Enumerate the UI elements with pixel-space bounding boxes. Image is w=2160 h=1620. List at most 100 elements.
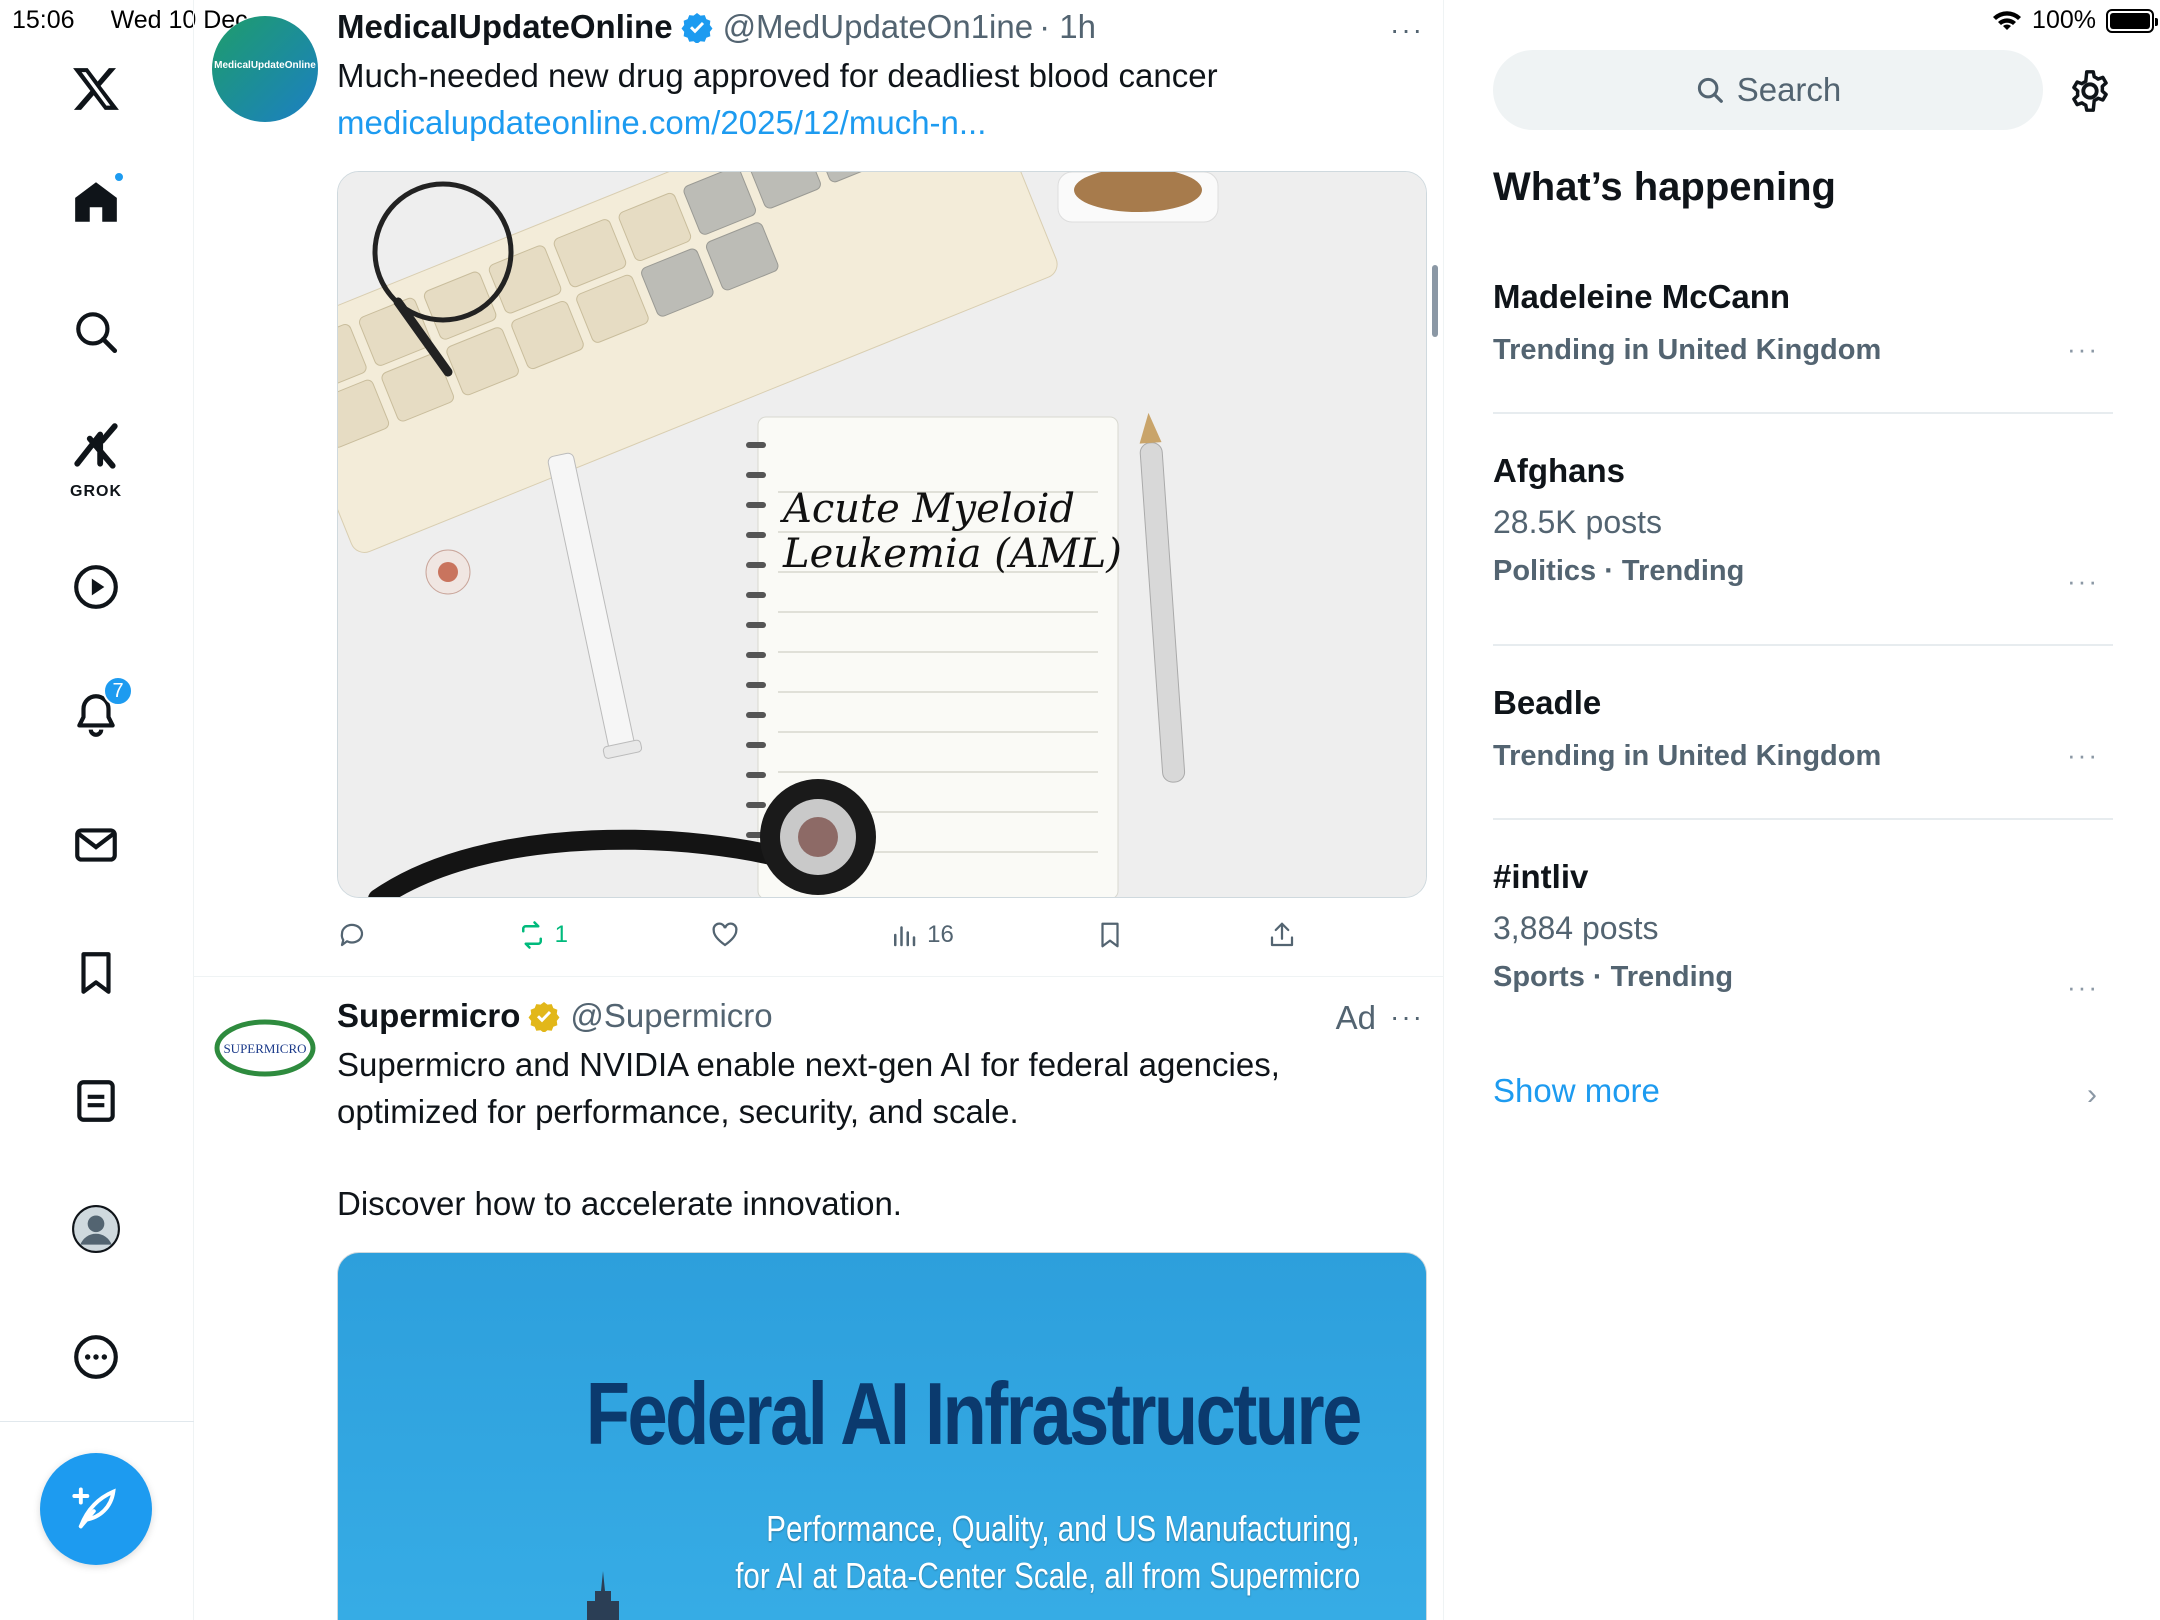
- search-placeholder: Search: [1736, 71, 1842, 108]
- avatar-logo-text: SUPERMICRO: [223, 1041, 307, 1056]
- trend-meta: Politics · Trending: [1493, 555, 1745, 587]
- trend-item[interactable]: Afghans 28.5K posts Politics · Trending …: [1493, 452, 2113, 596]
- author-name[interactable]: MedicalUpdateOnline: [337, 8, 673, 46]
- capitol-dome-graphic: [587, 1571, 619, 1620]
- grok-icon: [74, 423, 118, 469]
- tweet-header: Supermicro @Supermicro: [337, 997, 1426, 1035]
- tweet-avatar[interactable]: SUPERMICRO: [212, 995, 318, 1101]
- verified-badge-icon: [681, 13, 713, 43]
- share-icon: [1270, 922, 1294, 947]
- avatar-logo-text: MedicalUpdateOnline: [214, 60, 316, 71]
- list-icon: [77, 1080, 115, 1122]
- x-logo-icon[interactable]: [57, 50, 135, 128]
- share-button[interactable]: [1267, 920, 1297, 950]
- tweet-more-button[interactable]: ···: [1390, 1001, 1424, 1033]
- mail-icon: [75, 828, 117, 862]
- tweet-time: · 1h: [1039, 8, 1096, 45]
- search-input[interactable]: Search: [1493, 50, 2043, 130]
- tweet-header: MedicalUpdateOnline @MedUpdateOn1ine · 1…: [337, 8, 1426, 46]
- trend-meta: Sports · Trending: [1493, 961, 1734, 993]
- more-circle-icon: [74, 1335, 118, 1379]
- banner-subtitle-1: Performance, Quality, and US Manufacturi…: [766, 1508, 1360, 1549]
- banner-title: Federal AI Infrastructure: [586, 1364, 1362, 1463]
- trend-divider: [1493, 818, 2113, 820]
- repost-button[interactable]: 1: [517, 920, 568, 950]
- nav-home[interactable]: [57, 163, 135, 241]
- aml-notebook-photo: Acute Myeloid Leukemia (AML): [338, 172, 1426, 897]
- tweet-image[interactable]: Acute Myeloid Leukemia (AML): [337, 171, 1427, 898]
- search-icon: [1697, 77, 1723, 103]
- trend-item[interactable]: Beadle Trending in United Kingdom ···: [1493, 684, 2113, 773]
- author-name[interactable]: Supermicro: [337, 997, 520, 1035]
- nav-messages[interactable]: [57, 806, 135, 884]
- like-button[interactable]: [710, 920, 748, 950]
- notifications-badge: 7: [103, 676, 133, 706]
- banner-subtitle-2: for AI at Data-Center Scale, all from Su…: [734, 1555, 1360, 1596]
- trend-more-button[interactable]: ···: [2067, 334, 2099, 365]
- home-unread-dot: [113, 171, 125, 183]
- bookmark-icon: [81, 952, 111, 994]
- ad-label: Ad: [1335, 999, 1376, 1036]
- ad-banner[interactable]: Federal AI Infrastructure Performance, Q…: [337, 1252, 1427, 1620]
- tweet-text-cta: Discover how to accelerate innovation.: [337, 1185, 902, 1222]
- search-icon: [76, 312, 118, 354]
- feed-scrollbar[interactable]: [1432, 265, 1438, 337]
- nav-profile[interactable]: [57, 1190, 135, 1268]
- tweet-link[interactable]: medicalupdateonline.com/2025/12/much-n..…: [337, 99, 1426, 146]
- views-chart-icon: [894, 926, 916, 947]
- trend-name: Madeleine McCann: [1493, 278, 1791, 315]
- trend-more-button[interactable]: ···: [2067, 972, 2099, 1003]
- avatar-icon: [72, 1205, 120, 1253]
- tweet-actions: 1 16: [337, 920, 1297, 950]
- show-more-link[interactable]: Show more: [1493, 1072, 1660, 1110]
- trend-item[interactable]: #intliv 3,884 posts Sports · Trending ··…: [1493, 858, 2113, 1002]
- right-sidebar: Search What’s happening Madeleine McCann…: [1445, 0, 2160, 1620]
- chevron-right-icon: ›: [2087, 1078, 2097, 1111]
- trend-posts: 28.5K posts: [1493, 504, 1662, 540]
- author-handle[interactable]: @Supermicro: [570, 997, 772, 1035]
- nav-lists[interactable]: [57, 1062, 135, 1140]
- nav-videos[interactable]: [57, 548, 135, 626]
- compose-post-button[interactable]: [40, 1453, 152, 1565]
- nav-more[interactable]: [57, 1318, 135, 1396]
- tweet-more-button[interactable]: ···: [1390, 14, 1424, 46]
- tweet-text: Supermicro and NVIDIA enable next-gen AI…: [337, 1046, 1280, 1130]
- repost-count: 1: [554, 921, 568, 948]
- bookmark-outline-icon: [1101, 922, 1119, 948]
- trend-more-button[interactable]: ···: [2067, 566, 2099, 597]
- bookmark-button[interactable]: [1095, 920, 1125, 950]
- nav-grok[interactable]: GROK: [57, 415, 135, 500]
- image-handwriting-line2: Leukemia (AML): [782, 531, 1122, 577]
- nav-divider: [0, 1421, 194, 1422]
- nav-explore[interactable]: [57, 293, 135, 371]
- whats-happening-title: What’s happening: [1493, 165, 1836, 209]
- tweet-avatar[interactable]: MedicalUpdateOnline: [212, 16, 318, 122]
- reply-button[interactable]: [337, 920, 375, 950]
- trend-item[interactable]: Madeleine McCann Trending in United King…: [1493, 278, 2113, 367]
- trend-divider: [1493, 644, 2113, 646]
- views-count: 16: [927, 921, 954, 948]
- left-nav: GROK 7: [0, 0, 194, 1620]
- trend-meta: Trending in United Kingdom: [1493, 740, 1882, 772]
- grok-label: GROK: [70, 483, 122, 500]
- repost-icon: [521, 921, 542, 949]
- home-icon: [75, 182, 117, 222]
- reply-icon: [340, 923, 364, 947]
- timeline[interactable]: MedicalUpdateOnline MedicalUpdateOnline …: [194, 0, 1444, 1620]
- trend-name: Afghans: [1493, 452, 1625, 489]
- trend-more-button[interactable]: ···: [2067, 740, 2099, 771]
- compose-feather-icon: [72, 1487, 116, 1529]
- image-handwriting-line1: Acute Myeloid: [779, 486, 1075, 532]
- nav-notifications[interactable]: 7: [57, 676, 135, 754]
- heart-icon: [712, 922, 737, 947]
- author-handle[interactable]: @MedUpdateOn1ine: [723, 8, 1034, 46]
- settings-gear-icon[interactable]: [2067, 68, 2113, 114]
- views-button[interactable]: 16: [889, 920, 954, 950]
- nav-bookmarks[interactable]: [57, 934, 135, 1012]
- verified-gold-badge-icon: [528, 1002, 560, 1032]
- trend-meta: Trending in United Kingdom: [1493, 334, 1882, 366]
- trend-name: #intliv: [1493, 858, 1589, 895]
- tweet-supermicro-ad[interactable]: SUPERMICRO Supermicro @Supermicro Superm…: [194, 977, 1443, 1620]
- tweet-medicalupdate[interactable]: MedicalUpdateOnline MedicalUpdateOnline …: [194, 0, 1443, 976]
- play-circle-icon: [74, 565, 118, 609]
